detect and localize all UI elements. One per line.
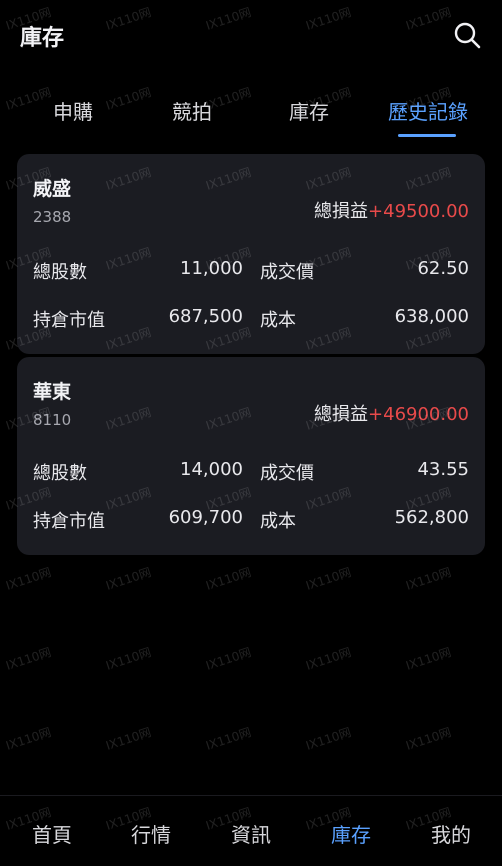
watermark-text: IX110网 bbox=[4, 725, 53, 753]
watermark-text: IX110网 bbox=[404, 645, 453, 673]
total-shares-value: 14,000 bbox=[180, 459, 243, 480]
page-title: 庫存 bbox=[20, 26, 65, 51]
deal-price-value: 43.55 bbox=[417, 459, 469, 480]
deal-price-label: 成交價 bbox=[260, 463, 314, 484]
nav-inventory[interactable]: 庫存 bbox=[311, 819, 391, 848]
watermark-text: IX110网 bbox=[104, 645, 153, 673]
total-shares-value: 11,000 bbox=[180, 258, 243, 279]
nav-news[interactable]: 資訊 bbox=[211, 819, 291, 848]
profit-loss-value: +49500.00 bbox=[368, 201, 469, 222]
deal-price-label: 成交價 bbox=[260, 262, 314, 283]
watermark-text: IX110网 bbox=[204, 725, 253, 753]
market-value-label: 持倉市值 bbox=[33, 310, 105, 331]
tab-subscribe[interactable]: 申購 bbox=[18, 96, 128, 125]
cost-value: 638,000 bbox=[394, 306, 469, 327]
tab-auction[interactable]: 競拍 bbox=[137, 96, 247, 125]
nav-home[interactable]: 首頁 bbox=[12, 819, 92, 848]
stock-code: 8110 bbox=[33, 411, 72, 429]
total-shares-label: 總股數 bbox=[33, 463, 87, 484]
search-icon[interactable] bbox=[452, 20, 482, 50]
nav-market[interactable]: 行情 bbox=[111, 819, 191, 848]
active-tab-indicator bbox=[398, 134, 456, 137]
cost-value: 562,800 bbox=[394, 507, 469, 528]
cost-label: 成本 bbox=[260, 310, 296, 331]
total-profit-loss: 總損益+49500.00 bbox=[314, 197, 469, 223]
stock-name: 華東 bbox=[33, 381, 72, 403]
bottom-navigation: 首頁 行情 資訊 庫存 我的 bbox=[0, 795, 502, 866]
holding-card[interactable]: 華東 8110 總損益+46900.00 總股數 14,000 成交價 43.5… bbox=[17, 357, 485, 555]
total-profit-loss: 總損益+46900.00 bbox=[314, 400, 469, 426]
deal-price-value: 62.50 bbox=[417, 258, 469, 279]
total-shares-label: 總股數 bbox=[33, 262, 87, 283]
stock-code: 2388 bbox=[33, 208, 72, 226]
market-value-label: 持倉市值 bbox=[33, 511, 105, 532]
watermark-text: IX110网 bbox=[404, 725, 453, 753]
top-header: 庫存 bbox=[0, 0, 502, 70]
watermark-text: IX110网 bbox=[304, 725, 353, 753]
watermark-text: IX110网 bbox=[4, 645, 53, 673]
watermark-text: IX110网 bbox=[304, 565, 353, 593]
market-value-value: 687,500 bbox=[168, 306, 243, 327]
watermark-text: IX110网 bbox=[204, 645, 253, 673]
watermark-text: IX110网 bbox=[304, 645, 353, 673]
cost-label: 成本 bbox=[260, 511, 296, 532]
profit-loss-value: +46900.00 bbox=[368, 404, 469, 425]
watermark-text: IX110网 bbox=[404, 565, 453, 593]
market-value-value: 609,700 bbox=[168, 507, 243, 528]
watermark-text: IX110网 bbox=[204, 565, 253, 593]
tab-inventory[interactable]: 庫存 bbox=[254, 96, 364, 125]
holding-card[interactable]: 威盛 2388 總損益+49500.00 總股數 11,000 成交價 62.5… bbox=[17, 154, 485, 354]
stock-name: 威盛 bbox=[33, 178, 72, 200]
watermark-text: IX110网 bbox=[4, 565, 53, 593]
sub-tabs: 申購 競拍 庫存 歷史記錄 bbox=[0, 86, 502, 140]
watermark-text: IX110网 bbox=[104, 725, 153, 753]
profit-loss-label: 總損益 bbox=[314, 201, 369, 222]
tab-history[interactable]: 歷史記錄 bbox=[373, 96, 483, 125]
nav-me[interactable]: 我的 bbox=[411, 819, 491, 848]
watermark-text: IX110网 bbox=[104, 565, 153, 593]
profit-loss-label: 總損益 bbox=[314, 404, 369, 425]
